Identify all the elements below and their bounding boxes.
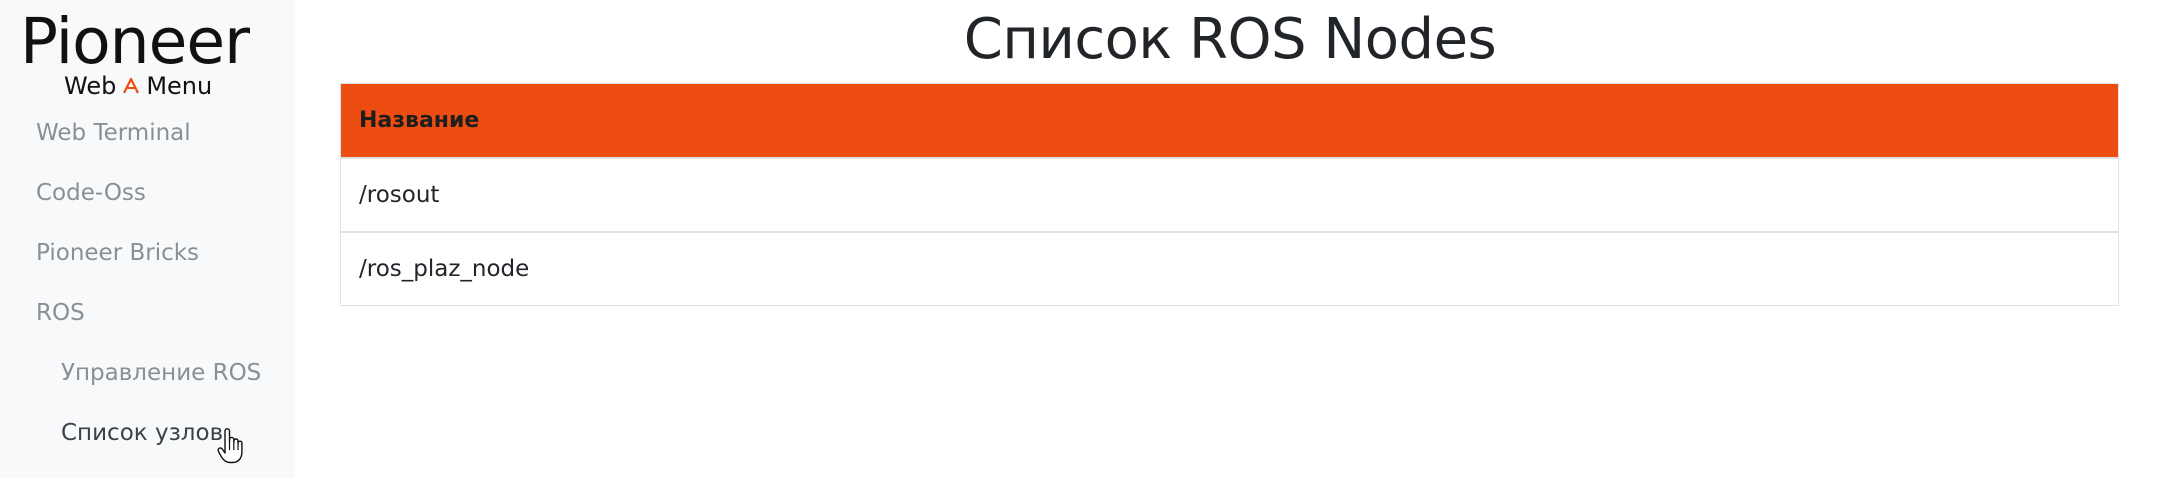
sidebar-item-code-oss[interactable]: Code-Oss <box>0 163 295 223</box>
column-header-name: Название <box>341 84 2118 158</box>
table-cell-node-name: /rosout <box>341 157 2118 232</box>
app-logo[interactable]: Pioneer Web Menu <box>20 5 260 101</box>
sidebar-item-ros-control[interactable]: Управление ROS <box>0 343 295 403</box>
logo-subtitle-web: Web <box>64 72 117 100</box>
sidebar-item-web-terminal[interactable]: Web Terminal <box>0 103 295 163</box>
nodes-table: Название /rosout /ros_plaz_node <box>340 83 2119 306</box>
page-title: Список ROS Nodes <box>963 7 1497 72</box>
table-row: /ros_plaz_node <box>341 231 2118 305</box>
logo-subtitle: Web Menu <box>64 72 212 100</box>
sidebar: Pioneer Web Menu Web Terminal Code-Oss P… <box>0 0 295 478</box>
logo-subtitle-menu: Menu <box>146 72 213 100</box>
table-row: /rosout <box>341 157 2118 232</box>
sidebar-item-ros[interactable]: ROS <box>0 283 295 343</box>
logo-title: Pioneer <box>20 5 250 78</box>
sidebar-item-pioneer-bricks[interactable]: Pioneer Bricks <box>0 223 295 283</box>
sidebar-nav: Web Terminal Code-Oss Pioneer Bricks ROS… <box>0 103 295 463</box>
table-header-row: Название <box>341 84 2118 158</box>
sidebar-item-node-list[interactable]: Список узлов <box>0 403 295 463</box>
main-content: Список ROS Nodes Название /rosout /ros_p… <box>295 0 2160 478</box>
hand-pointer-icon <box>217 428 243 464</box>
triangle-mark-icon <box>123 77 140 94</box>
table-cell-node-name: /ros_plaz_node <box>341 231 2118 305</box>
